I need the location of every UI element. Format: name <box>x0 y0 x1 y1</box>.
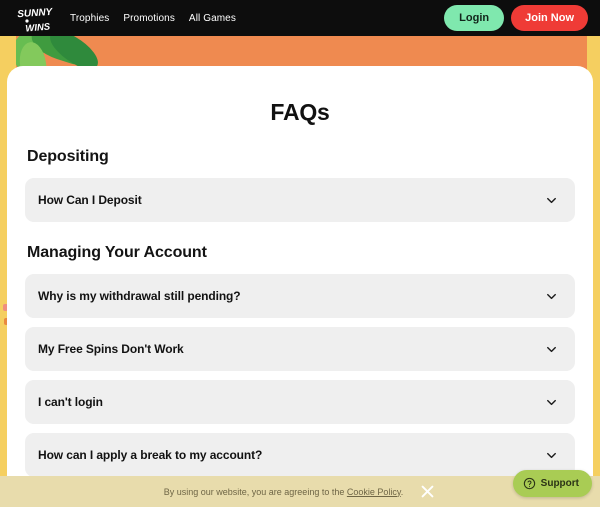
chevron-down-icon[interactable] <box>544 193 559 208</box>
faq-item[interactable]: I can't login <box>25 380 575 424</box>
cookie-banner-period: . <box>400 486 404 497</box>
faq-page: SUNNY WINS Trophies Promotions All Games… <box>0 0 600 507</box>
site-header: SUNNY WINS Trophies Promotions All Games… <box>0 0 600 36</box>
faq-question: How can I apply a break to my account? <box>38 448 263 462</box>
question-circle-icon <box>523 477 536 490</box>
faq-question: How Can I Deposit <box>38 193 142 207</box>
faq-question: I can't login <box>38 395 103 409</box>
cookie-policy-link[interactable]: Cookie Policy <box>347 487 401 497</box>
chevron-down-icon[interactable] <box>544 448 559 463</box>
nav-item-trophies[interactable]: Trophies <box>70 13 109 24</box>
chevron-down-icon[interactable] <box>544 342 559 357</box>
chevron-down-icon[interactable] <box>544 289 559 304</box>
section-title-depositing: Depositing <box>27 148 109 165</box>
cookie-banner: By using our website, you are agreeing t… <box>0 476 600 507</box>
page-title: FAQs <box>270 99 330 125</box>
close-icon[interactable] <box>419 483 436 500</box>
section-title-managing-your-account: Managing Your Account <box>27 244 207 261</box>
sunny-wins-logo[interactable]: SUNNY WINS <box>10 3 60 35</box>
faq-question: Why is my withdrawal still pending? <box>38 289 241 303</box>
cookie-banner-message: By using our website, you are agreeing t… <box>163 486 345 497</box>
cookie-banner-text: By using our website, you are agreeing t… <box>164 487 404 497</box>
faq-card: FAQs Depositing How Can I Deposit Managi… <box>7 66 593 507</box>
faq-item[interactable]: How Can I Deposit <box>25 178 575 222</box>
support-label: Support <box>540 478 579 489</box>
main-nav: Trophies Promotions All Games <box>70 13 236 24</box>
faq-question: My Free Spins Don't Work <box>38 342 184 356</box>
chevron-down-icon[interactable] <box>544 395 559 410</box>
join-now-button[interactable]: Join Now <box>511 5 588 31</box>
svg-text:SUNNY: SUNNY <box>17 7 54 21</box>
nav-item-promotions[interactable]: Promotions <box>123 13 175 24</box>
faq-item[interactable]: How can I apply a break to my account? <box>25 433 575 477</box>
faq-item[interactable]: My Free Spins Don't Work <box>25 327 575 371</box>
support-button[interactable]: Support <box>512 470 592 497</box>
faq-item[interactable]: Why is my withdrawal still pending? <box>25 274 575 318</box>
svg-text:WINS: WINS <box>25 21 51 33</box>
nav-item-all-games[interactable]: All Games <box>189 13 236 24</box>
login-button[interactable]: Login <box>444 5 505 31</box>
